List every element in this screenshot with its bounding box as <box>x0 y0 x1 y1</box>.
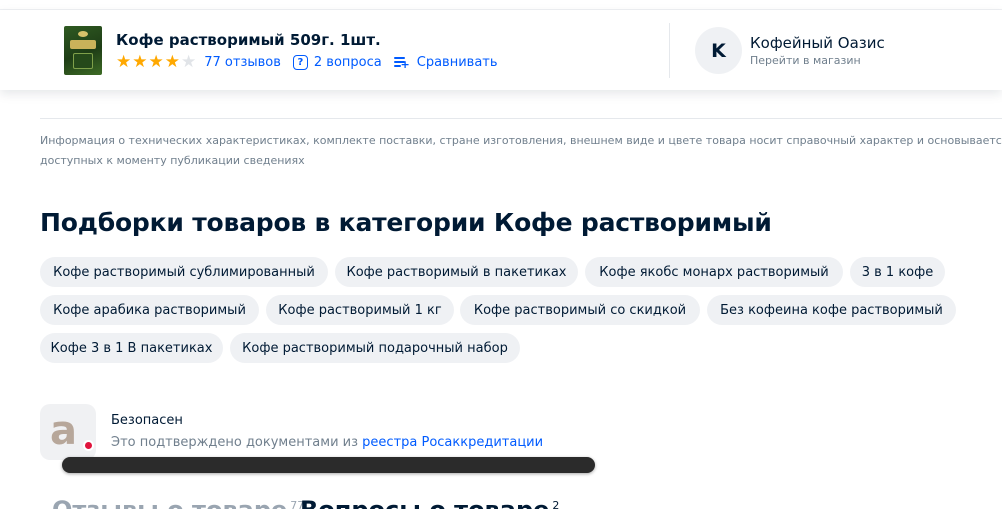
collection-chip[interactable]: Кофе арабика растворимый <box>40 295 259 325</box>
collection-chip[interactable]: Кофе растворимый 1 кг <box>266 295 454 325</box>
collection-chip[interactable]: Кофе растворимый сублимированный <box>40 257 328 287</box>
collection-chips: Кофе растворимый сублимированный Кофе ра… <box>40 257 1002 365</box>
collection-chip[interactable]: Кофе 3 в 1 В пакетиках <box>40 333 223 363</box>
collection-chip[interactable]: Без кофеина кофе растворимый <box>707 295 956 325</box>
collection-chip[interactable]: Кофе растворимый со скидкой <box>460 295 700 325</box>
questions-link[interactable]: 2 вопроса <box>314 55 382 70</box>
redaction-bar <box>62 457 595 473</box>
rating-stars[interactable]: ★ ★ ★ ★ ★ <box>116 51 197 72</box>
tab-reviews[interactable]: Отзывы о товаре77 <box>52 496 304 509</box>
safety-text: Это подтверждено документами из реестра … <box>111 435 544 450</box>
compare-icon: + <box>393 56 410 70</box>
tab-questions[interactable]: Вопросы о товаре2 <box>300 496 559 509</box>
star-icon: ★ <box>164 51 180 72</box>
sticky-product-header: Кофе растворимый 509г. 1шт. ★ ★ ★ ★ ★ 77… <box>0 10 1002 90</box>
reviews-link[interactable]: 77 отзывов <box>204 55 281 70</box>
product-meta-row: ★ ★ ★ ★ ★ 77 отзывов ? 2 вопроса + Сравн… <box>116 53 498 71</box>
star-icon: ★ <box>148 51 164 72</box>
star-icon: ★ <box>132 51 148 72</box>
collection-chip[interactable]: Кофе якобс монарх растворимый <box>585 257 843 287</box>
page-top-edge <box>0 0 1002 10</box>
header-divider <box>669 23 670 78</box>
safety-title: Безопасен <box>111 413 183 428</box>
disclaimer-text: Информация о технических характеристиках… <box>40 134 1002 167</box>
star-icon: ★ <box>116 51 132 72</box>
collection-chip[interactable]: Кофе растворимый в пакетиках <box>335 257 578 287</box>
collection-chip[interactable]: Кофе растворимый подарочный набор <box>230 333 520 363</box>
product-title[interactable]: Кофе растворимый 509г. 1шт. <box>116 31 381 49</box>
accreditation-registry-link[interactable]: реестра Росаккредитации <box>362 435 543 450</box>
status-dot-icon <box>83 440 94 451</box>
collections-heading: Подборки товаров в категории Кофе раство… <box>40 208 772 237</box>
shop-avatar[interactable]: K <box>695 27 742 74</box>
section-divider <box>40 118 1002 119</box>
star-empty-icon: ★ <box>181 51 197 72</box>
go-to-shop-link[interactable]: Перейти в магазин <box>750 54 861 67</box>
compare-link[interactable]: Сравнивать <box>417 55 498 70</box>
question-icon: ? <box>292 54 308 70</box>
product-thumbnail[interactable] <box>64 26 102 75</box>
shop-name[interactable]: Кофейный Оазис <box>750 34 885 52</box>
accreditation-logo: a <box>40 404 96 460</box>
collection-chip[interactable]: 3 в 1 кофе <box>850 257 945 287</box>
